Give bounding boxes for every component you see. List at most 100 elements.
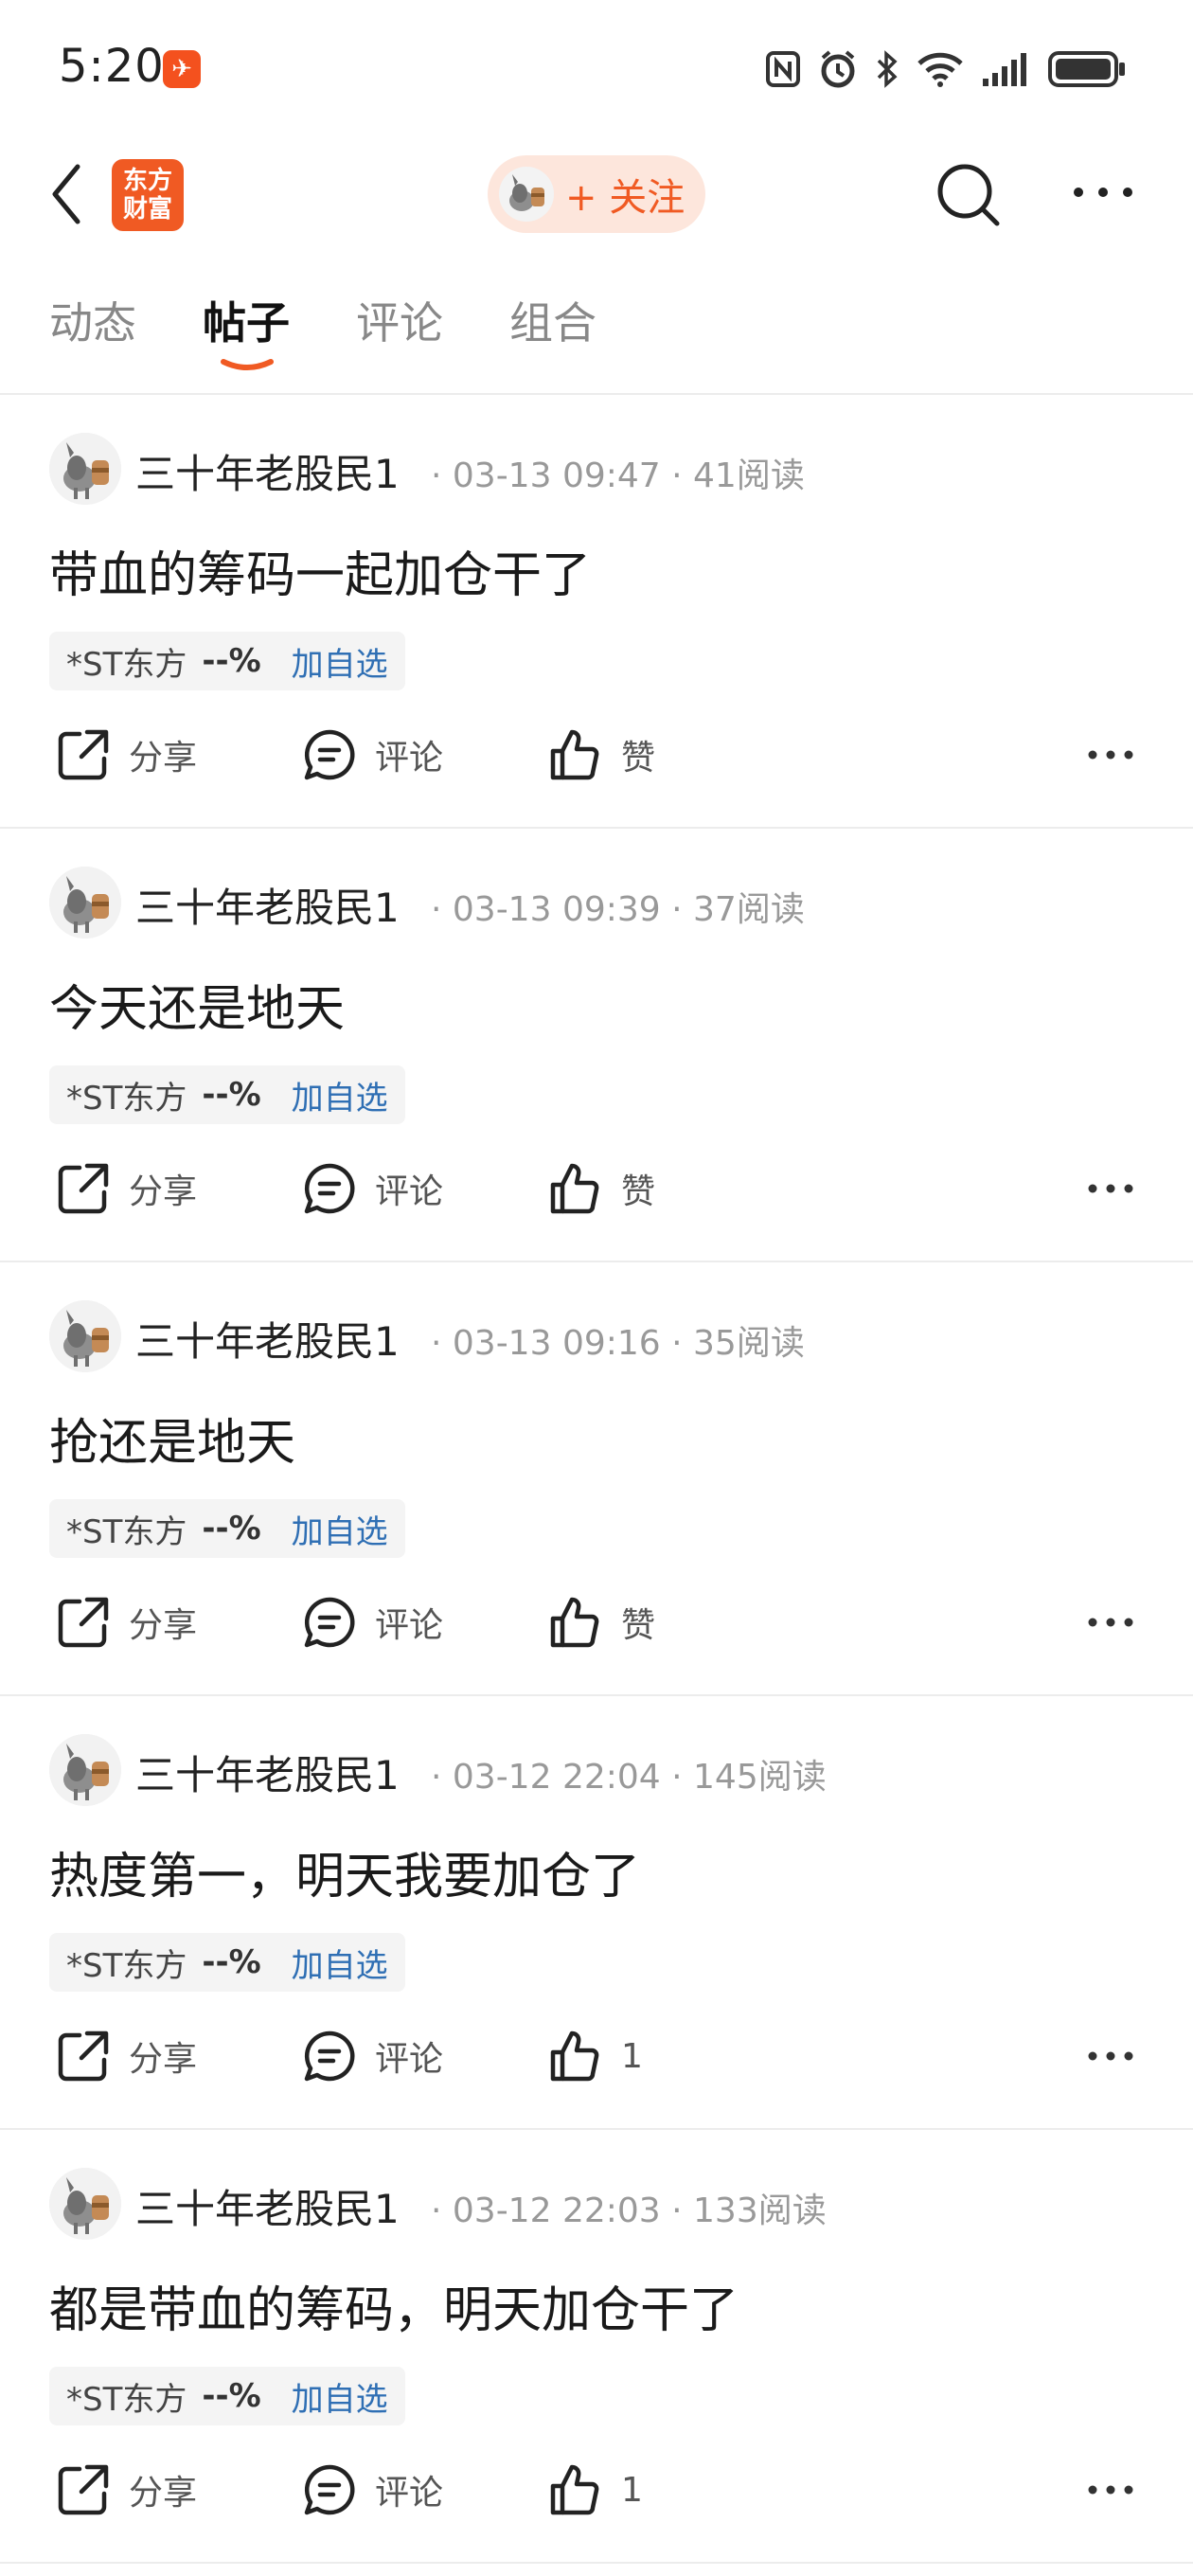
- share-label: 分享: [129, 2040, 198, 2079]
- comment-label: 评论: [375, 739, 444, 778]
- like-label: 赞: [621, 739, 656, 778]
- share-icon: [58, 2464, 109, 2515]
- post-meta: · 03-12 22:04 · 145阅读: [431, 1758, 827, 1797]
- post-card[interactable]: 三十年老股民1 · 03-13 09:47 · 41阅读 带血的筹码一起加仓干了…: [0, 395, 1193, 827]
- search-icon[interactable]: [933, 159, 1005, 231]
- tab-bar: 动态 帖子 评论 组合: [0, 279, 1193, 393]
- add-watchlist-button[interactable]: 加自选: [292, 1506, 388, 1552]
- post-meta: · 03-13 09:16 · 35阅读: [431, 1324, 805, 1363]
- top-bar: 东方 财富 + 关注: [0, 142, 1193, 246]
- donkey-avatar-icon: [499, 167, 554, 222]
- author-name[interactable]: 三十年老股民1: [135, 2177, 400, 2235]
- post-card[interactable]: 三十年老股民1 · 03-12 22:04 · 145阅读 热度第一，明天我要加…: [0, 1696, 1193, 2128]
- add-watchlist-button[interactable]: 加自选: [292, 1940, 388, 1986]
- wifi-icon: [917, 52, 963, 87]
- author-avatar-icon[interactable]: [49, 1300, 121, 1372]
- stock-name: *ST东方: [66, 1079, 187, 1118]
- share-button[interactable]: 分享: [55, 1160, 197, 1217]
- status-bar: 5:20 ✈: [0, 0, 1193, 133]
- like-button[interactable]: 赞: [547, 1594, 655, 1651]
- post-more-icon[interactable]: [1087, 1613, 1134, 1632]
- stock-name: *ST东方: [66, 2380, 187, 2419]
- post-card[interactable]: 三十年老股民1 · 03-12 22:03 · 133阅读 都是带血的筹码，明天…: [0, 2130, 1193, 2562]
- post-actions: 分享 评论 赞: [0, 1584, 1193, 1660]
- comment-icon: [304, 2464, 355, 2515]
- author-name[interactable]: 三十年老股民1: [135, 1744, 400, 1801]
- thumbs-up-icon: [550, 2464, 599, 2515]
- stock-tag[interactable]: *ST东方 --% 加自选: [49, 632, 405, 690]
- like-button[interactable]: 赞: [547, 1160, 655, 1217]
- comment-button[interactable]: 评论: [301, 2461, 443, 2518]
- share-label: 分享: [129, 2474, 198, 2513]
- share-icon: [58, 1597, 109, 1648]
- stock-tag[interactable]: *ST东方 --% 加自选: [49, 1499, 405, 1558]
- author-avatar-icon[interactable]: [49, 1734, 121, 1806]
- comment-icon: [304, 729, 355, 780]
- alarm-icon: [821, 50, 855, 88]
- add-watchlist-button[interactable]: 加自选: [292, 2373, 388, 2420]
- like-label: 赞: [621, 1172, 656, 1211]
- add-watchlist-button[interactable]: 加自选: [292, 638, 388, 685]
- share-label: 分享: [129, 1606, 198, 1645]
- post-more-icon[interactable]: [1087, 2047, 1134, 2066]
- share-button[interactable]: 分享: [55, 2028, 197, 2084]
- like-label: 赞: [621, 1606, 656, 1645]
- post-title[interactable]: 热度第一，明天我要加仓了: [49, 1836, 640, 1907]
- tab-dynamics[interactable]: 动态: [49, 289, 136, 351]
- more-options-icon[interactable]: [1070, 178, 1136, 206]
- post-more-icon[interactable]: [1087, 745, 1134, 764]
- comment-button[interactable]: 评论: [301, 1594, 443, 1651]
- like-button[interactable]: 1: [547, 2028, 643, 2084]
- post-meta: · 03-12 22:03 · 133阅读: [431, 2191, 827, 2230]
- post-title[interactable]: 今天还是地天: [49, 969, 345, 1040]
- brand-logo[interactable]: 东方 财富: [112, 159, 184, 231]
- comment-button[interactable]: 评论: [301, 1160, 443, 1217]
- like-label: 1: [621, 2470, 643, 2510]
- nfc-icon: [766, 51, 800, 87]
- stock-change: --%: [202, 642, 261, 680]
- thumbs-up-icon: [550, 1597, 599, 1648]
- post-title[interactable]: 都是带血的筹码，明天加仓干了: [49, 2270, 739, 2341]
- author-avatar-icon[interactable]: [49, 867, 121, 939]
- status-time: 5:20: [59, 40, 165, 93]
- post-card[interactable]: 三十年老股民1 · 03-13 09:39 · 37阅读 今天还是地天 *ST东…: [0, 829, 1193, 1261]
- post-more-icon[interactable]: [1087, 2480, 1134, 2499]
- like-button[interactable]: 赞: [547, 726, 655, 783]
- post-card[interactable]: 三十年老股民1 · 03-13 09:16 · 35阅读 抢还是地天 *ST东方…: [0, 1262, 1193, 1694]
- stock-name: *ST东方: [66, 645, 187, 684]
- share-button[interactable]: 分享: [55, 2461, 197, 2518]
- tab-portfolio[interactable]: 组合: [509, 289, 596, 351]
- add-watchlist-button[interactable]: 加自选: [292, 1072, 388, 1118]
- author-avatar-icon[interactable]: [49, 433, 121, 505]
- like-button[interactable]: 1: [547, 2461, 643, 2518]
- author-name[interactable]: 三十年老股民1: [135, 876, 400, 934]
- comment-button[interactable]: 评论: [301, 726, 443, 783]
- notification-icon: ✈: [163, 50, 201, 88]
- comment-button[interactable]: 评论: [301, 2028, 443, 2084]
- post-more-icon[interactable]: [1087, 1179, 1134, 1198]
- stock-tag[interactable]: *ST东方 --% 加自选: [49, 1933, 405, 1992]
- comment-icon: [304, 2030, 355, 2082]
- share-icon: [58, 1163, 109, 1214]
- post-title[interactable]: 抢还是地天: [49, 1403, 295, 1474]
- share-icon: [58, 2030, 109, 2082]
- stock-name: *ST东方: [66, 1512, 187, 1551]
- back-icon[interactable]: [47, 161, 85, 227]
- author-name[interactable]: 三十年老股民1: [135, 442, 400, 500]
- comment-label: 评论: [375, 1172, 444, 1211]
- follow-button[interactable]: + 关注: [488, 155, 705, 233]
- share-button[interactable]: 分享: [55, 726, 197, 783]
- tab-comments[interactable]: 评论: [356, 289, 443, 351]
- stock-tag[interactable]: *ST东方 --% 加自选: [49, 1065, 405, 1124]
- author-avatar-icon[interactable]: [49, 2168, 121, 2240]
- stock-change: --%: [202, 1510, 261, 1547]
- post-meta: · 03-13 09:47 · 41阅读: [431, 456, 805, 495]
- follow-label: + 关注: [565, 176, 686, 220]
- share-button[interactable]: 分享: [55, 1594, 197, 1651]
- stock-tag[interactable]: *ST东方 --% 加自选: [49, 2367, 405, 2425]
- comment-icon: [304, 1163, 355, 1214]
- post-title[interactable]: 带血的筹码一起加仓干了: [49, 535, 591, 606]
- author-name[interactable]: 三十年老股民1: [135, 1310, 400, 1368]
- tab-posts[interactable]: 帖子: [203, 289, 290, 351]
- post-actions: 分享 评论 1: [0, 2452, 1193, 2528]
